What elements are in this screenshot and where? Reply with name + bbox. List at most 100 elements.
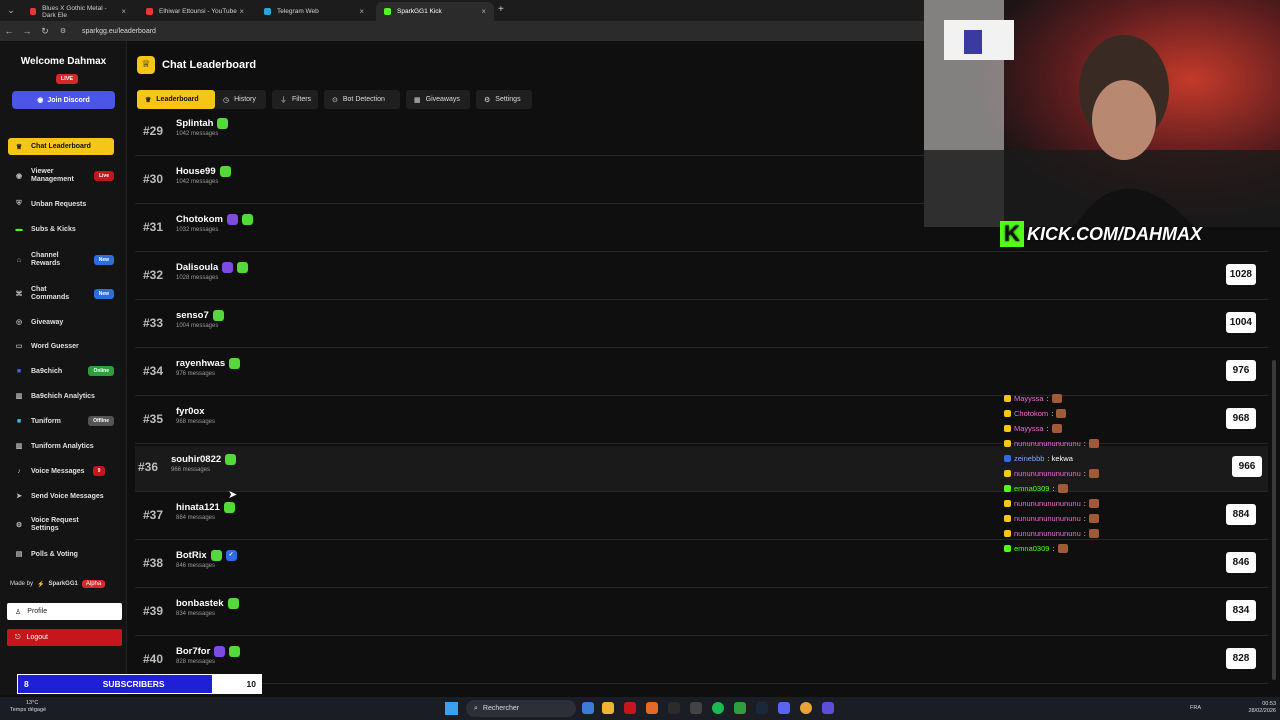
sidebar-item-send-voice-messages[interactable]: ➤ Send Voice Messages <box>8 490 114 502</box>
url-input[interactable]: sparkgg.eu/leaderboard <box>82 28 156 35</box>
app-icon[interactable] <box>734 702 746 714</box>
username: BotRix <box>176 550 207 561</box>
sidebar-item-viewer-management[interactable]: ◉ Viewer Management Live <box>8 166 114 186</box>
close-icon[interactable]: × <box>359 7 364 16</box>
chat-line: Chotokom: <box>1004 406 1154 421</box>
taskbar-search[interactable]: ⌕ Rechercher <box>466 700 576 717</box>
tab-leaderboard[interactable]: ♕ Leaderboard <box>137 90 215 109</box>
score-badge: 834 <box>1226 600 1256 621</box>
spotify-icon[interactable] <box>712 702 724 714</box>
tab-settings[interactable]: ⚙ Settings <box>476 90 532 109</box>
chat-line: nunununununununu: <box>1004 466 1154 481</box>
chat-message: : <box>1052 484 1055 493</box>
kick-icon: ▬ <box>15 225 23 233</box>
windows-start-icon[interactable] <box>445 702 458 715</box>
emote-icon <box>1051 424 1062 433</box>
subscriber-badge-icon <box>237 262 249 273</box>
sidebar-item-label: Polls & Voting <box>31 550 78 558</box>
sidebar-item-chat-leaderboard[interactable]: ♕ Chat Leaderboard <box>8 138 114 155</box>
sidebar-item-unban-requests[interactable]: ⛨ Unban Requests <box>8 198 114 210</box>
sidebar-item-channel-rewards[interactable]: ⌂ Channel Rewards New <box>8 250 114 270</box>
language-indicator[interactable]: FRA <box>1190 705 1201 711</box>
sidebar-item-tuniform[interactable]: ■ Tuniform Offline <box>8 414 114 428</box>
tab-bot-detection[interactable]: ⊙ Bot Detection <box>324 90 400 109</box>
browser-tab[interactable]: Blues X Gothic Metal - Dark Ele × <box>22 2 134 21</box>
steam-icon[interactable] <box>756 702 768 714</box>
new-tab-button[interactable]: + <box>498 4 504 15</box>
webcam-feed <box>924 0 1280 227</box>
app-icon[interactable] <box>668 702 680 714</box>
reload-icon[interactable]: ↻ <box>36 26 54 37</box>
sidebar-item-tuniform-analytics[interactable]: ▥ Tuniform Analytics <box>8 440 114 452</box>
clock[interactable]: 00:53 28/02/2026 <box>1236 701 1276 715</box>
app-icon[interactable] <box>822 702 834 714</box>
sidebar-item-word-guesser[interactable]: ▭ Word Guesser <box>8 340 114 352</box>
discord-icon[interactable] <box>778 702 790 714</box>
message-count: 846 messages <box>176 563 216 569</box>
tab-giveaways[interactable]: ▦ Giveaways <box>406 90 470 109</box>
chat-user: nunununununununu <box>1014 439 1081 448</box>
tab-filters[interactable]: ⏚ Filters <box>272 90 318 109</box>
sidebar-item-voice-messages[interactable]: ♪ Voice Messages 9 <box>8 464 114 478</box>
scrollbar[interactable] <box>1272 360 1276 680</box>
profile-button[interactable]: ♙ Profile <box>7 603 122 620</box>
browser-tab[interactable]: Elhiwar Ettounsi - YouTube × <box>138 2 252 21</box>
score-badge: 828 <box>1226 648 1256 669</box>
bot-badge-icon <box>210 550 222 561</box>
tab-list-icon[interactable]: ⌄ <box>2 5 20 16</box>
tab-label: Filters <box>292 96 312 103</box>
sidebar-item-polls-voting[interactable]: ▤ Polls & Voting <box>8 548 114 560</box>
sidebar-item-label: Tuniform <box>31 417 61 425</box>
emote-icon <box>1057 544 1068 553</box>
status-badge: New <box>93 289 114 299</box>
message-count: 968 messages <box>176 419 216 425</box>
subscriber-badge-icon <box>217 118 229 129</box>
sidebar-item-ba9chich[interactable]: ■ Ba9chich Online <box>8 364 114 378</box>
site-info-icon[interactable]: ⚙ <box>54 27 72 35</box>
app-icon[interactable] <box>646 702 658 714</box>
sidebar-item-giveaway[interactable]: ◎ Giveaway <box>8 316 114 328</box>
sidebar-item-subs-kicks[interactable]: ▬ Subs & Kicks <box>8 223 114 235</box>
chat-user: nunununununununu <box>1014 514 1081 523</box>
sidebar-item-label: Ba9chich <box>31 367 63 375</box>
weather-widget[interactable]: 13°C Temps dégagé <box>10 700 46 714</box>
tab-history[interactable]: ◷ History <box>215 90 266 109</box>
subscriber-badge-icon <box>241 214 253 225</box>
close-icon[interactable]: × <box>239 7 244 16</box>
browser-tab[interactable]: Telegram Web × <box>256 2 372 21</box>
trophy-icon: ♕ <box>15 143 23 151</box>
app-icon[interactable] <box>624 702 636 714</box>
logout-button[interactable]: ⎋ Logout <box>7 629 122 646</box>
chrome-icon[interactable] <box>800 702 812 714</box>
tab-label: History <box>234 96 256 103</box>
chat-line: nunununununununu: <box>1004 511 1154 526</box>
mic-icon: ♪ <box>17 467 21 475</box>
forward-icon[interactable]: → <box>18 26 36 36</box>
chat-user: Mayyssa <box>1014 424 1044 433</box>
score-badge: 968 <box>1226 408 1256 429</box>
sidebar-item-voice-request-settings[interactable]: ⚙ Voice Request Settings <box>8 515 114 535</box>
spark-icon: ⚡ <box>37 581 45 588</box>
badge-icon <box>1004 455 1011 462</box>
rank-number: #40 <box>143 652 164 666</box>
logout-icon: ⎋ <box>15 633 21 641</box>
join-discord-button[interactable]: ◉ Join Discord <box>12 91 115 109</box>
author-name: SparkGG1 <box>48 581 78 587</box>
username-line: senso7 <box>176 310 224 321</box>
close-icon[interactable]: × <box>481 7 486 16</box>
kick-icon <box>384 8 391 15</box>
username: Splintah <box>176 118 214 129</box>
filter-icon: ⏚ <box>280 96 287 104</box>
sidebar-item-chat-commands[interactable]: ⌘ Chat Commands New <box>8 284 114 304</box>
sidebar-item-ba9chich-analytics[interactable]: ▥ Ba9chich Analytics <box>8 390 114 402</box>
tab-title: Elhiwar Ettounsi - YouTube <box>159 8 237 15</box>
back-icon[interactable]: ← <box>0 26 18 36</box>
username-line: BotRix ✓ <box>176 550 237 561</box>
chat-user: nunununununununu <box>1014 499 1081 508</box>
poll-icon: ▤ <box>15 551 23 558</box>
file-explorer-icon[interactable] <box>602 702 614 714</box>
browser-tab-active[interactable]: SparkGG1 Kick × <box>376 2 494 21</box>
app-icon[interactable] <box>690 702 702 714</box>
close-icon[interactable]: × <box>121 7 126 16</box>
app-icon[interactable] <box>582 702 594 714</box>
